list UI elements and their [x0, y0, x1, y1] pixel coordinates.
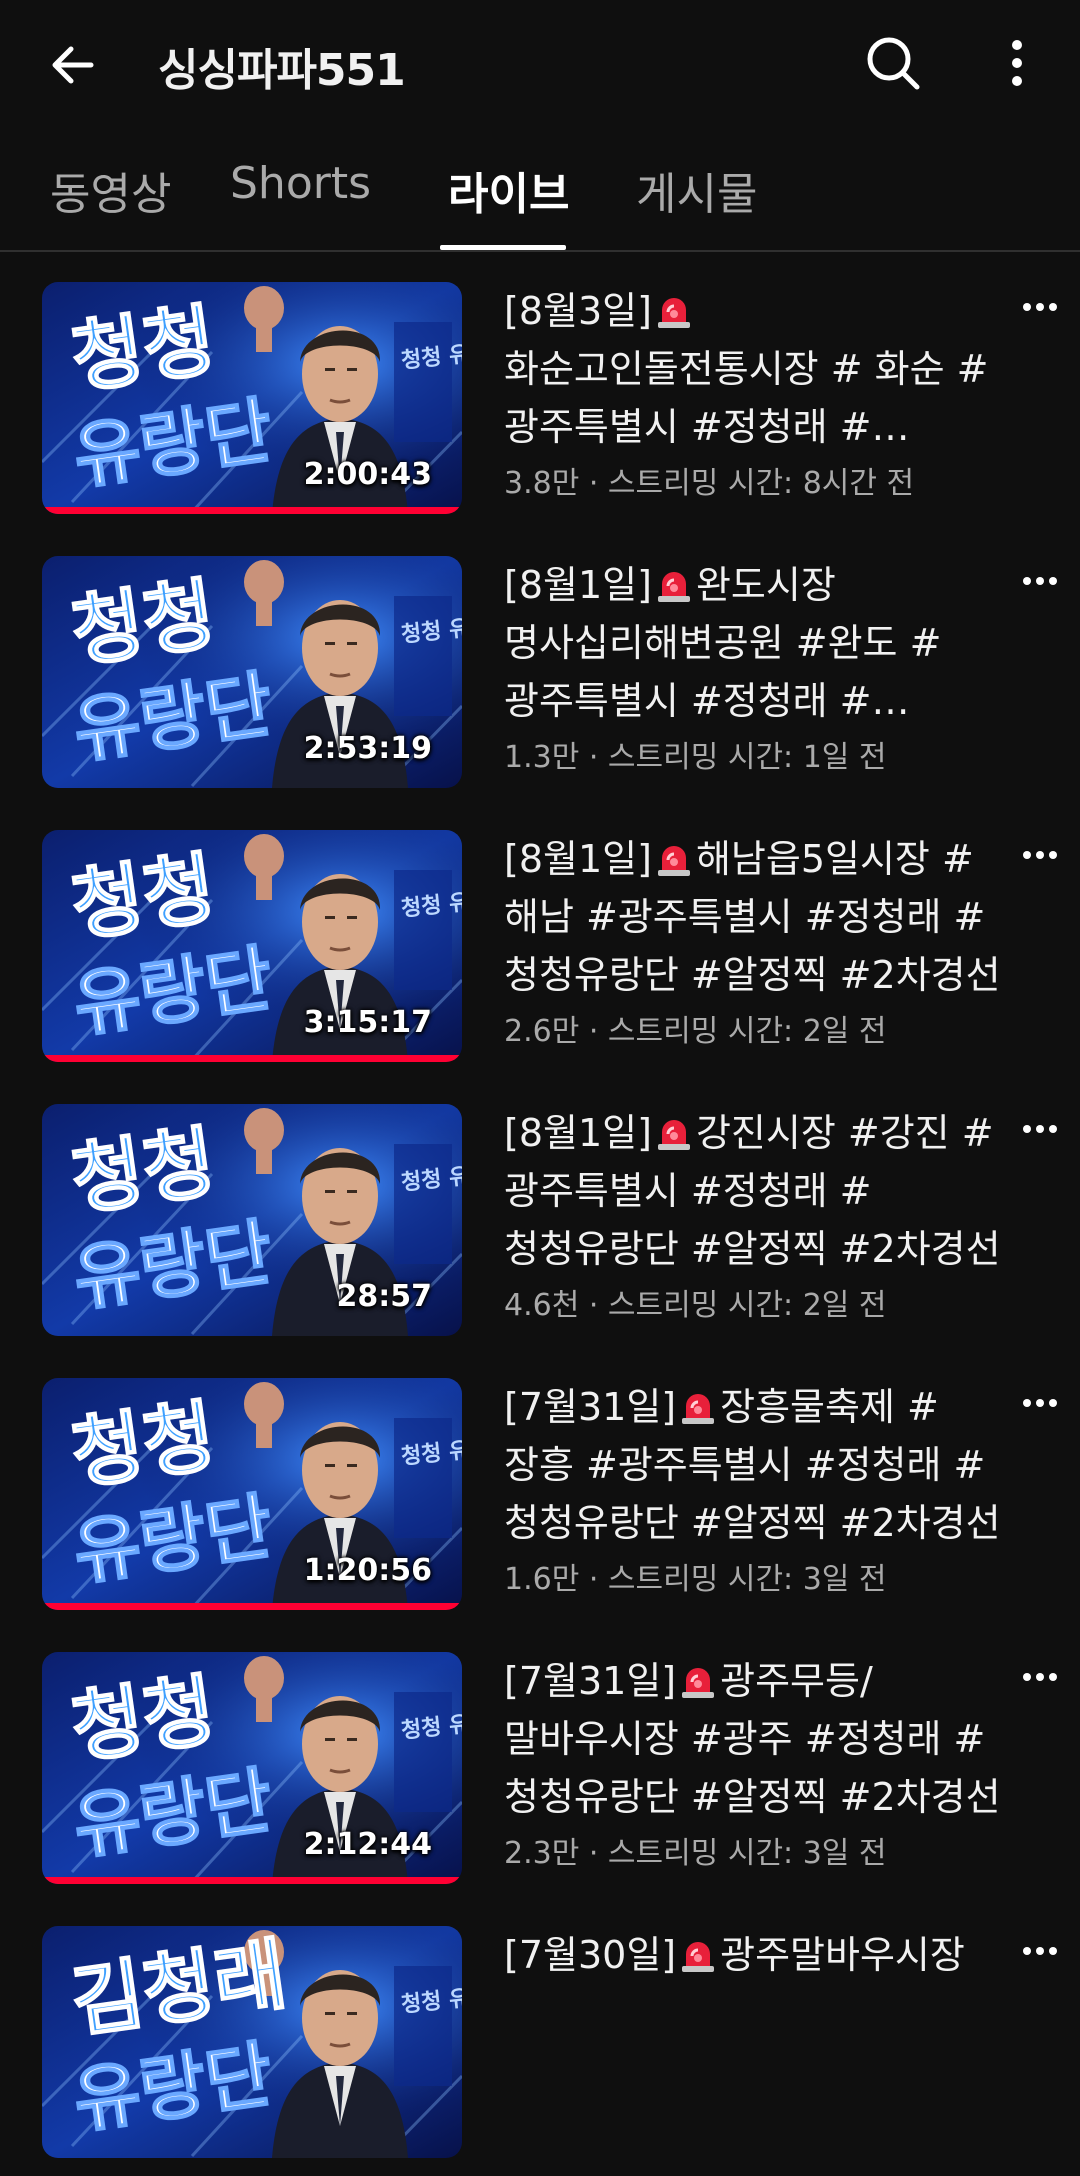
watch-progress-bar — [42, 1055, 462, 1062]
video-title[interactable]: [8월3일] 화순고인돌전통시장 # 화순 #광주특별시 #정청래 #청청유랑단 … — [504, 282, 1004, 456]
video-title-date: [7월31일] — [504, 1659, 677, 1703]
video-duration: 2:00:43 — [303, 457, 432, 492]
more-horizontal-icon — [1023, 1125, 1057, 1133]
siren-icon — [678, 1384, 718, 1424]
active-tab-indicator — [440, 245, 566, 250]
search-icon — [867, 37, 920, 90]
search-button[interactable] — [858, 28, 928, 98]
video-meta: 1.3만 · 스트리밍 시간: 1일 전 — [504, 740, 887, 775]
video-info: [8월1일] 강진시장 #강진 #광주특별시 #정청래 #청청유랑단 #알정찍 #… — [504, 1104, 1004, 1324]
video-title-date: [7월30일] — [504, 1933, 677, 1977]
video-thumbnail[interactable]: 김청래 유랑단 청청 유랑단 — [42, 1926, 462, 2158]
siren-icon — [678, 1658, 718, 1698]
video-title[interactable]: [8월1일]완도시장 명사십리해변공원 #완도 #광주특별시 #정청래 #청청유… — [504, 556, 1004, 730]
video-meta: 2.3만 · 스트리밍 시간: 3일 전 — [504, 1836, 887, 1871]
video-title-date: [8월1일] — [504, 1111, 652, 1155]
video-title-date: [8월3일] — [504, 289, 652, 333]
watch-progress-bar — [42, 1603, 462, 1610]
video-item[interactable]: 청청 유랑단 청청 유랑단 2:12:44 [7월31일] 광주무등/말바우시장 #… — [0, 1652, 1080, 1902]
thumbnail-art: 김청래 유랑단 청청 유랑단 — [42, 1926, 462, 2158]
video-item[interactable]: 청청 유랑단 청청 유랑단 2:00:43 [8월3일] 화순고인돌전통시장 # 화… — [0, 282, 1080, 532]
video-title[interactable]: [7월30일] 광주말바우시장 — [504, 1926, 1004, 1984]
video-title-date: [8월1일] — [504, 563, 652, 607]
video-title-text: 화순고인돌전통시장 # 화순 #광주특별시 #정청래 #청청유랑단 #알정찍 — [504, 347, 989, 449]
video-duration: 1:20:56 — [303, 1553, 432, 1588]
watch-progress-bar — [42, 507, 462, 514]
video-meta: 4.6천 · 스트리밍 시간: 2일 전 — [504, 1288, 887, 1323]
siren-icon — [678, 1932, 718, 1972]
video-info: [7월30일] 광주말바우시장 — [504, 1926, 1004, 1984]
more-horizontal-icon — [1023, 1673, 1057, 1681]
video-info: [8월3일] 화순고인돌전통시장 # 화순 #광주특별시 #정청래 #청청유랑단 … — [504, 282, 1004, 502]
video-more-button[interactable] — [1010, 282, 1070, 332]
video-more-button[interactable] — [1010, 556, 1070, 606]
video-title-date: [8월1일] — [504, 837, 652, 881]
video-thumbnail[interactable]: 청청 유랑단 청청 유랑단 2:00:43 — [42, 282, 462, 514]
more-horizontal-icon — [1023, 1947, 1057, 1955]
siren-icon — [654, 836, 694, 876]
video-duration: 3:15:17 — [303, 1005, 432, 1040]
siren-icon — [654, 288, 694, 328]
video-item[interactable]: 청청 유랑단 청청 유랑단 3:15:17 [8월1일] 해남읍5일시장 #해남 #… — [0, 830, 1080, 1080]
video-more-button[interactable] — [1010, 1652, 1070, 1702]
video-more-button[interactable] — [1010, 1378, 1070, 1428]
more-horizontal-icon — [1023, 303, 1057, 311]
video-info: [7월31일] 광주무등/말바우시장 #광주 #정청래 #청청유랑단 #알정찍 #… — [504, 1652, 1004, 1872]
video-info: [8월1일] 해남읍5일시장 #해남 #광주특별시 #정청래 #청청유랑단 #알정… — [504, 830, 1004, 1050]
video-title[interactable]: [7월31일] 광주무등/말바우시장 #광주 #정청래 #청청유랑단 #알정찍 #… — [504, 1652, 1004, 1826]
video-item[interactable]: 청청 유랑단 청청 유랑단 28:57 [8월1일] 강진시장 #강진 #광주특별시… — [0, 1104, 1080, 1354]
video-item[interactable]: 청청 유랑단 청청 유랑단 2:53:19 [8월1일] 완도시장 명사십리해변공원… — [0, 556, 1080, 806]
tab-posts[interactable]: 게시물 — [636, 158, 757, 222]
siren-icon — [654, 1110, 694, 1150]
more-vertical-icon — [1012, 40, 1022, 86]
video-more-button[interactable] — [1010, 1926, 1070, 1976]
video-info: [8월1일]완도시장 명사십리해변공원 #완도 #광주특별시 #정청래 #청청유… — [504, 556, 1004, 776]
video-info: [7월31일] 장흥물축제 #장흥 #광주특별시 #정청래 #청청유랑단 #알정찍… — [504, 1378, 1004, 1598]
video-thumbnail[interactable]: 청청 유랑단 청청 유랑단 1:20:56 — [42, 1378, 462, 1610]
video-item[interactable]: 청청 유랑단 청청 유랑단 1:20:56 [7월31일] 장흥물축제 #장흥 #광… — [0, 1378, 1080, 1628]
video-title-text: 광주말바우시장 — [720, 1933, 965, 1977]
video-duration: 2:53:19 — [303, 731, 432, 766]
video-title[interactable]: [8월1일] 강진시장 #강진 #광주특별시 #정청래 #청청유랑단 #알정찍 #… — [504, 1104, 1004, 1278]
video-meta: 3.8만 · 스트리밍 시간: 8시간 전 — [504, 466, 915, 501]
video-title[interactable]: [7월31일] 장흥물축제 #장흥 #광주특별시 #정청래 #청청유랑단 #알정찍… — [504, 1378, 1004, 1552]
more-horizontal-icon — [1023, 851, 1057, 859]
video-more-button[interactable] — [1010, 830, 1070, 880]
video-thumbnail[interactable]: 청청 유랑단 청청 유랑단 2:12:44 — [42, 1652, 462, 1884]
watch-progress-bar — [42, 1877, 462, 1884]
video-title-date: [7월31일] — [504, 1385, 677, 1429]
video-title[interactable]: [8월1일] 해남읍5일시장 #해남 #광주특별시 #정청래 #청청유랑단 #알정… — [504, 830, 1004, 1004]
more-horizontal-icon — [1023, 1399, 1057, 1407]
channel-tabs: 동영상 Shorts 라이브 게시물 — [0, 130, 1080, 252]
video-thumbnail[interactable]: 청청 유랑단 청청 유랑단 2:53:19 — [42, 556, 462, 788]
video-thumbnail[interactable]: 청청 유랑단 청청 유랑단 3:15:17 — [42, 830, 462, 1062]
more-options-button[interactable] — [982, 28, 1052, 98]
video-duration: 2:12:44 — [303, 1827, 432, 1862]
siren-icon — [654, 562, 694, 602]
tab-videos[interactable]: 동영상 — [50, 158, 171, 222]
top-bar: 싱싱파파551 — [0, 0, 1080, 130]
video-thumbnail[interactable]: 청청 유랑단 청청 유랑단 28:57 — [42, 1104, 462, 1336]
channel-name: 싱싱파파551 — [158, 45, 406, 96]
tab-shorts[interactable]: Shorts — [230, 158, 371, 209]
arrow-left-icon — [52, 46, 94, 84]
video-meta: 1.6만 · 스트리밍 시간: 3일 전 — [504, 1562, 887, 1597]
video-duration: 28:57 — [336, 1279, 433, 1314]
back-button[interactable] — [38, 30, 108, 100]
tab-live[interactable]: 라이브 — [448, 158, 569, 222]
video-more-button[interactable] — [1010, 1104, 1070, 1154]
video-item[interactable]: 김청래 유랑단 청청 유랑단 [7월30일] 광주말바우시장 — [0, 1926, 1080, 2176]
more-horizontal-icon — [1023, 577, 1057, 585]
video-meta: 2.6만 · 스트리밍 시간: 2일 전 — [504, 1014, 887, 1049]
